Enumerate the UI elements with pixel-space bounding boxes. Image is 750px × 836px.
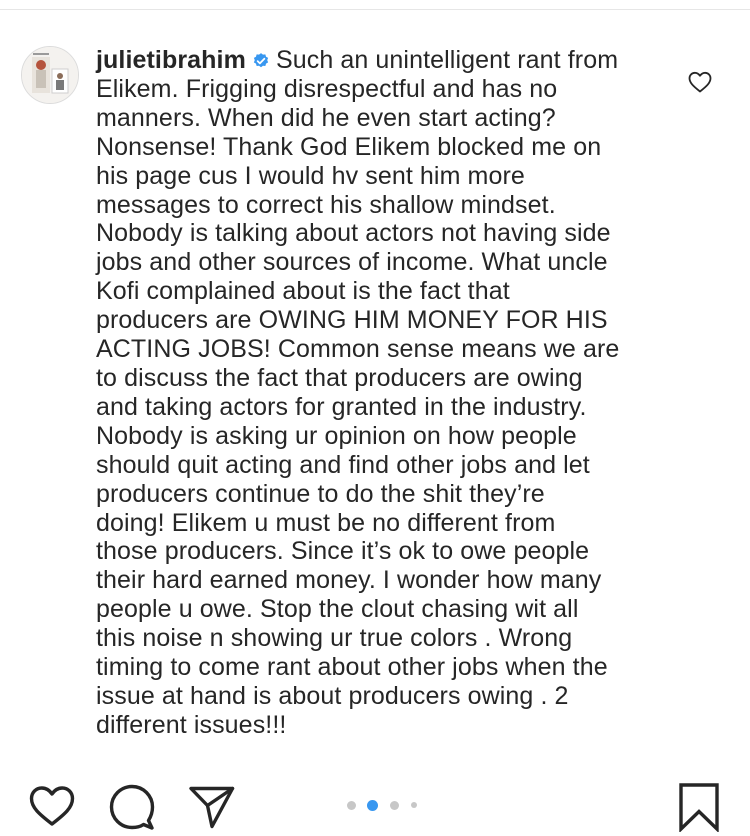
avatar[interactable] xyxy=(21,46,79,104)
save-bookmark-icon[interactable] xyxy=(676,782,722,832)
comment-line: ACTING JOBS! Common sense means we are xyxy=(96,335,620,364)
comment-line: Nobody is asking ur opinion on how peopl… xyxy=(96,421,577,450)
comment-line: Nobody is talking about actors not havin… xyxy=(96,219,611,248)
comment-line: and taking actors for granted in the ind… xyxy=(96,392,587,421)
comment-line: people u owe. Stop the clout chasing wit… xyxy=(96,595,579,624)
comment-line: jobs and other sources of income. What u… xyxy=(96,248,608,277)
comment-line: Elikem. Frigging disrespectful and has n… xyxy=(96,74,558,103)
comment-line: manners. When did he even start acting? xyxy=(96,103,556,132)
comment-line: their hard earned money. I wonder how ma… xyxy=(96,566,602,595)
comment-like-heart-icon[interactable] xyxy=(687,70,713,94)
carousel-dot xyxy=(411,802,417,808)
comment-line: messages to correct his shallow mindset. xyxy=(96,190,556,219)
comment-bubble-icon[interactable] xyxy=(108,783,156,831)
comment-line: timing to come rant about other jobs whe… xyxy=(96,653,608,682)
like-heart-icon[interactable] xyxy=(28,784,76,828)
username-link[interactable]: julietibrahim xyxy=(96,46,246,74)
comment-line: those producers. Since it’s ok to owe pe… xyxy=(96,537,590,566)
carousel-dot-active xyxy=(367,800,378,811)
comment-line: julietibrahim Such an unintelligent rant … xyxy=(96,46,656,75)
avatar-image xyxy=(22,47,78,103)
comment-line: Kofi complained about is the fact that xyxy=(96,277,510,306)
carousel-dot xyxy=(390,801,399,810)
comment-line: this noise n showing ur true colors . Wr… xyxy=(96,624,573,653)
comment-line: his page cus I would hv sent him more xyxy=(96,161,525,190)
comment-body: julietibrahim Such an unintelligent rant … xyxy=(96,46,656,740)
comment-line: should quit acting and find other jobs a… xyxy=(96,450,590,479)
comment-text: Such an unintelligent rant from xyxy=(275,46,619,74)
comment-line: doing! Elikem u must be no different fro… xyxy=(96,508,556,537)
comment-line: different issues!!! xyxy=(96,710,287,739)
comment-line: to discuss the fact that producers are o… xyxy=(96,363,583,392)
top-divider xyxy=(0,0,750,10)
comment-line: producers continue to do the shit they’r… xyxy=(96,479,545,508)
comment-line: issue at hand is about producers owing .… xyxy=(96,681,569,710)
comment-line: Nonsense! Thank God Elikem blocked me on xyxy=(96,132,602,161)
carousel-dot xyxy=(347,801,356,810)
verified-badge-icon xyxy=(253,53,269,68)
comment-line: producers are OWING HIM MONEY FOR HIS xyxy=(96,306,608,335)
share-paper-plane-icon[interactable] xyxy=(188,784,236,830)
